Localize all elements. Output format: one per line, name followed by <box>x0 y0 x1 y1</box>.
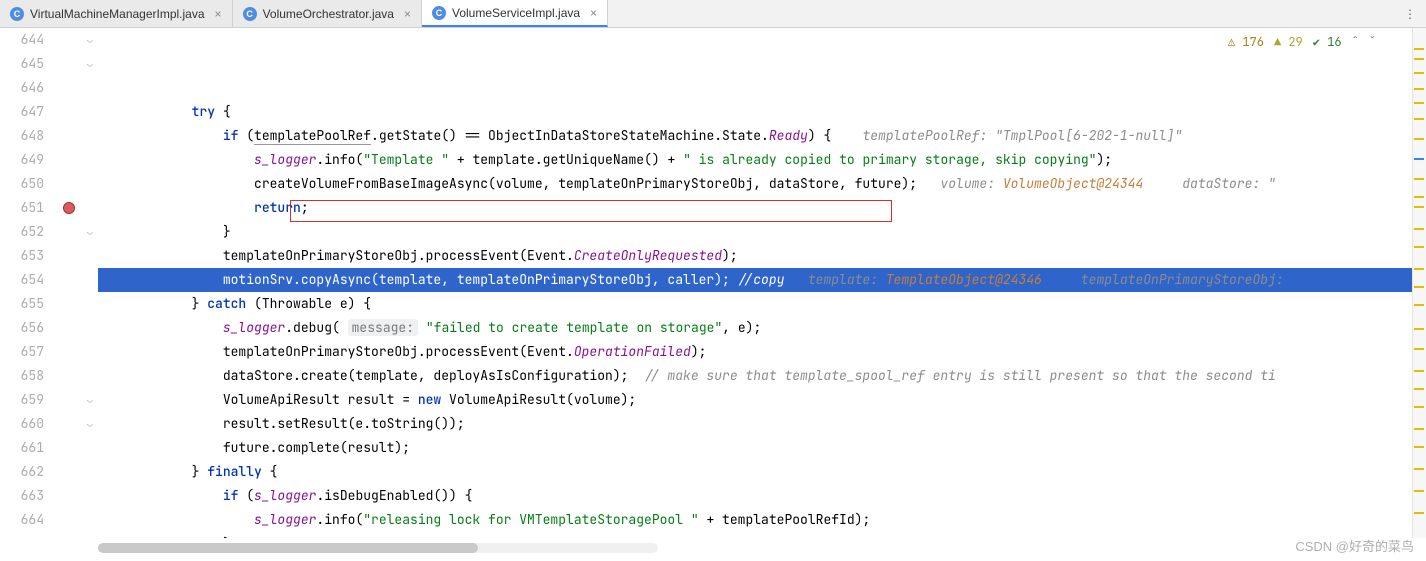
line-number-gutter: 6446456466476486496506516526536546556566… <box>0 28 56 538</box>
close-icon[interactable]: × <box>590 6 597 20</box>
stripe-mark[interactable] <box>1414 196 1424 198</box>
error-stripe[interactable] <box>1412 28 1426 538</box>
java-class-icon: C <box>432 6 446 20</box>
java-class-icon: C <box>10 7 24 21</box>
stripe-mark[interactable] <box>1414 102 1424 104</box>
stripe-mark[interactable] <box>1414 268 1424 270</box>
stripe-mark[interactable] <box>1414 228 1424 230</box>
tab-label: VolumeServiceImpl.java <box>452 6 580 20</box>
stripe-mark[interactable] <box>1414 388 1424 390</box>
watermark: CSDN @好奇的菜鸟 <box>1295 536 1414 555</box>
horizontal-scrollbar[interactable] <box>98 543 658 553</box>
weak-warning-icon[interactable]: ▲ 29 <box>1274 34 1303 50</box>
prev-highlight-icon[interactable]: ˆ <box>1352 34 1359 50</box>
more-icon[interactable]: ⋮ <box>1394 0 1426 27</box>
breakpoint-gutter[interactable] <box>56 28 82 538</box>
code-editor[interactable]: 6446456466476486496506516526536546556566… <box>0 28 1426 538</box>
ok-icon[interactable]: ✔ 16 <box>1313 34 1342 50</box>
stripe-mark[interactable] <box>1414 304 1424 306</box>
stripe-mark[interactable] <box>1414 468 1424 470</box>
stripe-mark[interactable] <box>1414 88 1424 90</box>
stripe-mark[interactable] <box>1414 118 1424 120</box>
code-line[interactable]: return; <box>98 196 1426 220</box>
code-line[interactable]: if (templatePoolRef.getState() == Object… <box>98 124 1426 148</box>
next-highlight-icon[interactable]: ˇ <box>1369 34 1376 50</box>
stripe-mark[interactable] <box>1414 406 1424 408</box>
code-line[interactable]: s_logger.debug( message: "failed to crea… <box>98 316 1426 340</box>
code-line[interactable]: templateOnPrimaryStoreObj.processEvent(E… <box>98 244 1426 268</box>
code-line[interactable]: s_logger.info("releasing lock for VMTemp… <box>98 508 1426 532</box>
editor-tab[interactable]: C VolumeOrchestrator.java × <box>233 0 422 27</box>
stripe-mark[interactable] <box>1414 206 1424 208</box>
java-class-icon: C <box>243 7 257 21</box>
warning-icon[interactable]: ⚠ 176 <box>1228 34 1264 50</box>
stripe-mark[interactable] <box>1414 490 1424 492</box>
editor-tabs: C VirtualMachineManagerImpl.java × C VolumeO… <box>0 0 1426 28</box>
stripe-mark[interactable] <box>1414 138 1424 140</box>
code-line[interactable]: } <box>98 532 1426 538</box>
inspection-summary[interactable]: ⚠ 176 ▲ 29 ✔ 16 ˆ ˇ <box>1228 34 1376 50</box>
code-line[interactable]: templateOnPrimaryStoreObj.processEvent(E… <box>98 340 1426 364</box>
code-line[interactable]: try { <box>98 100 1426 124</box>
code-line[interactable]: future.complete(result); <box>98 436 1426 460</box>
stripe-mark[interactable] <box>1414 246 1424 248</box>
stripe-mark[interactable] <box>1414 348 1424 350</box>
stripe-mark[interactable] <box>1414 158 1424 160</box>
code-line[interactable]: createVolumeFromBaseImageAsync(volume, t… <box>98 172 1426 196</box>
stripe-mark[interactable] <box>1414 286 1424 288</box>
close-icon[interactable]: × <box>404 7 411 21</box>
stripe-mark[interactable] <box>1414 512 1424 514</box>
scrollbar-thumb[interactable] <box>98 543 478 553</box>
code-line[interactable]: result.setResult(e.toString()); <box>98 412 1426 436</box>
stripe-mark[interactable] <box>1414 72 1424 74</box>
editor-tab[interactable]: C VolumeServiceImpl.java × <box>422 0 608 27</box>
stripe-mark[interactable] <box>1414 428 1424 430</box>
close-icon[interactable]: × <box>215 7 222 21</box>
stripe-mark[interactable] <box>1414 48 1424 50</box>
code-line[interactable]: s_logger.info("Template " + template.get… <box>98 148 1426 172</box>
code-line[interactable]: } finally { <box>98 460 1426 484</box>
editor-tab[interactable]: C VirtualMachineManagerImpl.java × <box>0 0 233 27</box>
tab-label: VolumeOrchestrator.java <box>263 7 394 21</box>
code-line[interactable]: motionSrv.copyAsync(template, templateOn… <box>98 268 1426 292</box>
stripe-mark[interactable] <box>1414 58 1424 60</box>
stripe-mark[interactable] <box>1414 446 1424 448</box>
code-line[interactable]: dataStore.create(template, deployAsIsCon… <box>98 364 1426 388</box>
code-line[interactable]: if (s_logger.isDebugEnabled()) { <box>98 484 1426 508</box>
code-area[interactable]: try { if (templatePoolRef.getState() == … <box>98 28 1426 538</box>
stripe-mark[interactable] <box>1414 328 1424 330</box>
tab-label: VirtualMachineManagerImpl.java <box>30 7 205 21</box>
fold-gutter[interactable]: ⌄⌄⌄⌄⌄ <box>82 28 98 538</box>
breakpoint-icon[interactable] <box>63 202 75 214</box>
stripe-mark[interactable] <box>1414 178 1424 180</box>
code-line[interactable]: } <box>98 220 1426 244</box>
code-line[interactable]: VolumeApiResult result = new VolumeApiRe… <box>98 388 1426 412</box>
stripe-mark[interactable] <box>1414 370 1424 372</box>
code-line[interactable]: } catch (Throwable e) { <box>98 292 1426 316</box>
